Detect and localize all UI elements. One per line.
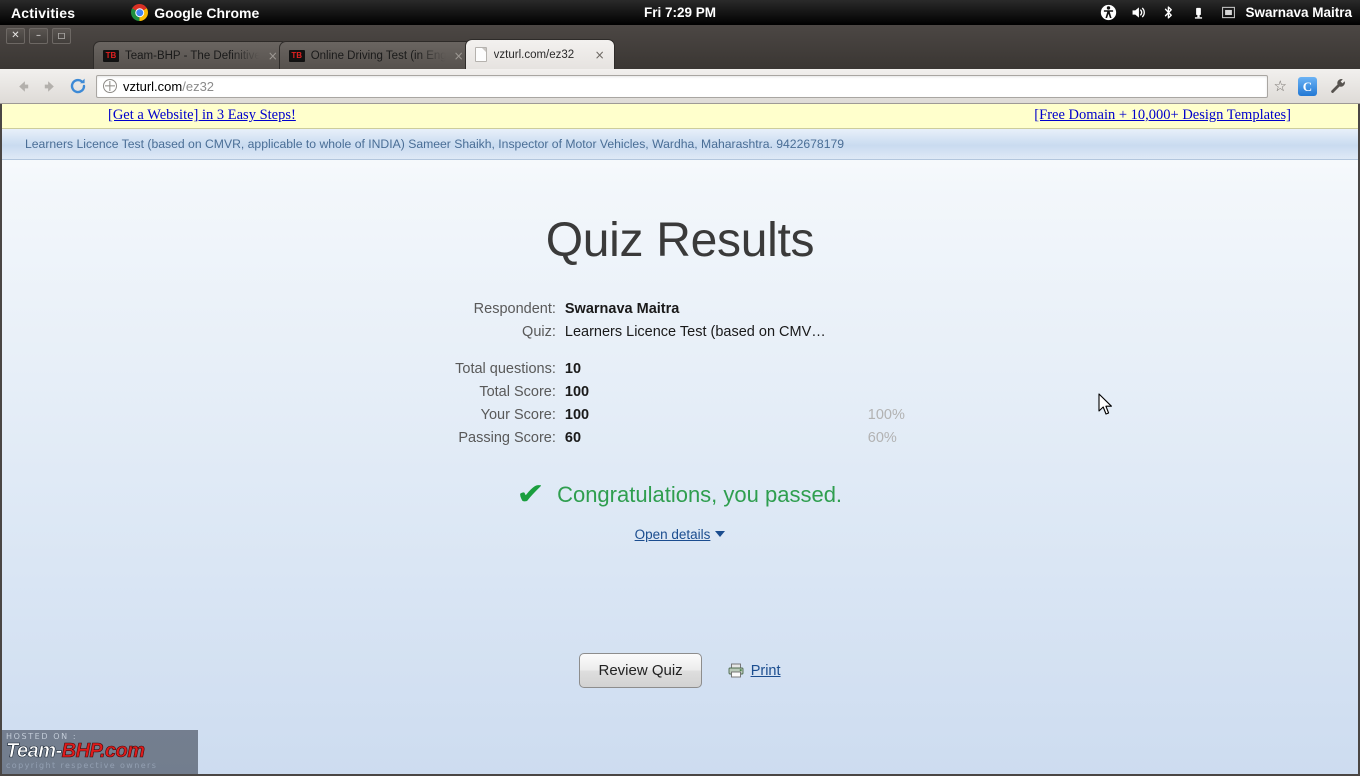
app-menu-indicator[interactable]: Google Chrome <box>131 4 259 21</box>
open-details-link[interactable]: Open details <box>635 527 711 542</box>
respondent-value: Swarnava Maitra <box>564 301 680 317</box>
passing-score-percent: 60% <box>867 430 897 446</box>
keyboard-layout-icon <box>1220 4 1237 21</box>
browser-toolbar: vzturl.com/ez32 ☆ C <box>0 69 1360 104</box>
total-questions-value: 10 <box>564 361 582 377</box>
free-domain-link[interactable]: [Free Domain + 10,000+ Design Templates] <box>1034 107 1291 124</box>
total-questions-label: Total questions: <box>455 361 556 377</box>
site-header-text: Learners Licence Test (based on CMVR, ap… <box>25 137 845 151</box>
accessibility-icon[interactable] <box>1100 4 1117 21</box>
back-arrow-icon[interactable] <box>8 72 36 100</box>
review-quiz-button[interactable]: Review Quiz <box>579 653 702 688</box>
your-score-percent: 100% <box>867 407 905 423</box>
chrome-logo-icon <box>131 4 149 21</box>
url-text: vzturl.com/ez32 <box>123 79 214 94</box>
window-controls: ✕ – □ <box>6 28 71 44</box>
window-maximize-button[interactable]: □ <box>52 28 71 44</box>
table-row: Total Score: 100 <box>455 381 905 404</box>
quiz-results-form: Quiz Results Respondent: Swarnava Maitra… <box>2 160 1358 688</box>
tab-title: vzturl.com/ez32 <box>493 48 575 61</box>
respondent-label: Respondent: <box>473 301 556 317</box>
globe-icon <box>103 79 117 93</box>
battery-icon[interactable] <box>1190 4 1207 21</box>
table-row: Respondent: Swarnava Maitra <box>455 298 905 321</box>
watermark-logo-com: .com <box>99 740 146 762</box>
bluetooth-icon[interactable] <box>1160 4 1177 21</box>
watermark-copyright: copyright respective owners <box>6 761 158 770</box>
print-label: Print <box>750 662 781 679</box>
total-questions-percent <box>826 358 905 381</box>
forward-arrow-icon[interactable] <box>36 72 64 100</box>
total-score-percent <box>826 381 905 404</box>
result-message-row: ✔ Congratulations, you passed. <box>2 480 1358 510</box>
tab-team-bhp[interactable]: TB Team-BHP - The Definitive × <box>93 41 288 69</box>
quiz-info-table: Respondent: Swarnava Maitra Quiz: Learne… <box>455 298 905 450</box>
os-top-bar: Activities Google Chrome Fri 7:29 PM Swa… <box>0 0 1360 25</box>
total-score-label: Total Score: <box>479 384 556 400</box>
action-buttons-row: Review Quiz Print <box>2 653 1358 688</box>
table-row: Your Score: 100 100% <box>455 404 905 427</box>
passing-score-label: Passing Score: <box>458 430 556 446</box>
address-bar[interactable]: vzturl.com/ez32 <box>96 74 1268 98</box>
quiz-value: Learners Licence Test (based on CMV… <box>564 324 826 340</box>
activities-button[interactable]: Activities <box>0 5 75 21</box>
tab-vzturl[interactable]: vzturl.com/ez32 × <box>464 39 615 69</box>
site-header-bar: Learners Licence Test (based on CMVR, ap… <box>2 129 1358 160</box>
user-name-label: Swarnava Maitra <box>1245 5 1352 20</box>
teambhp-favicon-icon: TB <box>103 49 119 62</box>
page-title: Quiz Results <box>545 214 815 267</box>
tab-close-icon[interactable]: × <box>453 50 465 62</box>
url-path: /ez32 <box>182 78 215 94</box>
chevron-down-icon[interactable] <box>715 531 726 537</box>
reload-icon[interactable] <box>64 72 92 100</box>
get-a-website-link[interactable]: [Get a Website] in 3 Easy Steps! <box>108 107 296 124</box>
teambhp-favicon-icon: TB <box>288 49 305 62</box>
total-score-value: 100 <box>564 384 590 400</box>
tab-online-driving-test[interactable]: TB Online Driving Test (in Eng × <box>278 41 474 69</box>
watermark-logo-bhp: BHP <box>61 740 100 762</box>
document-favicon-icon <box>474 47 487 62</box>
tab-strip: ✕ – □ TB Team-BHP - The Definitive × TB … <box>0 25 1360 69</box>
tab-close-icon[interactable]: × <box>594 49 606 61</box>
window-close-button[interactable]: ✕ <box>6 28 25 44</box>
tab-close-icon[interactable]: × <box>267 50 279 62</box>
tab-title: Online Driving Test (in Eng <box>310 49 447 62</box>
printer-icon <box>728 663 744 678</box>
your-score-label: Your Score: <box>480 407 556 423</box>
respondent-percent <box>826 298 905 321</box>
chrome-browser-window: ✕ – □ TB Team-BHP - The Definitive × TB … <box>0 25 1360 776</box>
watermark-logo-team: Team- <box>6 740 63 762</box>
table-spacer <box>455 344 905 358</box>
print-link[interactable]: Print <box>728 663 781 679</box>
ad-banner: [Get a Website] in 3 Easy Steps! [Free D… <box>2 104 1358 129</box>
system-tray: Swarnava Maitra <box>1100 0 1352 25</box>
quiz-percent <box>826 321 905 344</box>
extension-badge-icon[interactable]: C <box>1298 76 1317 96</box>
window-minimize-button[interactable]: – <box>29 28 48 44</box>
table-row: Total questions: 10 <box>455 358 905 381</box>
open-details-row: Open details <box>2 526 1358 544</box>
pass-message: Congratulations, you passed. <box>557 482 843 507</box>
watermark-logo: Team-BHP.com <box>6 740 198 762</box>
user-menu[interactable]: Swarnava Maitra <box>1220 4 1352 21</box>
page-viewport: [Get a Website] in 3 Easy Steps! [Free D… <box>0 104 1360 776</box>
teambhp-watermark: HOSTED ON : Team-BHP.com copyright respe… <box>2 730 198 774</box>
table-row: Quiz: Learners Licence Test (based on CM… <box>455 321 905 344</box>
passing-score-value: 60 <box>564 430 582 446</box>
check-mark-icon: ✔ <box>516 477 545 512</box>
app-name-label: Google Chrome <box>154 4 260 21</box>
quiz-label: Quiz: <box>522 324 556 340</box>
volume-icon[interactable] <box>1130 4 1147 21</box>
bookmark-star-icon[interactable]: ☆ <box>1274 77 1287 95</box>
wrench-menu-icon[interactable] <box>1324 72 1352 100</box>
tab-title: Team-BHP - The Definitive <box>125 49 261 62</box>
url-domain: vzturl.com <box>123 78 183 94</box>
your-score-value: 100 <box>564 407 590 423</box>
table-row: Passing Score: 60 60% <box>455 427 905 450</box>
